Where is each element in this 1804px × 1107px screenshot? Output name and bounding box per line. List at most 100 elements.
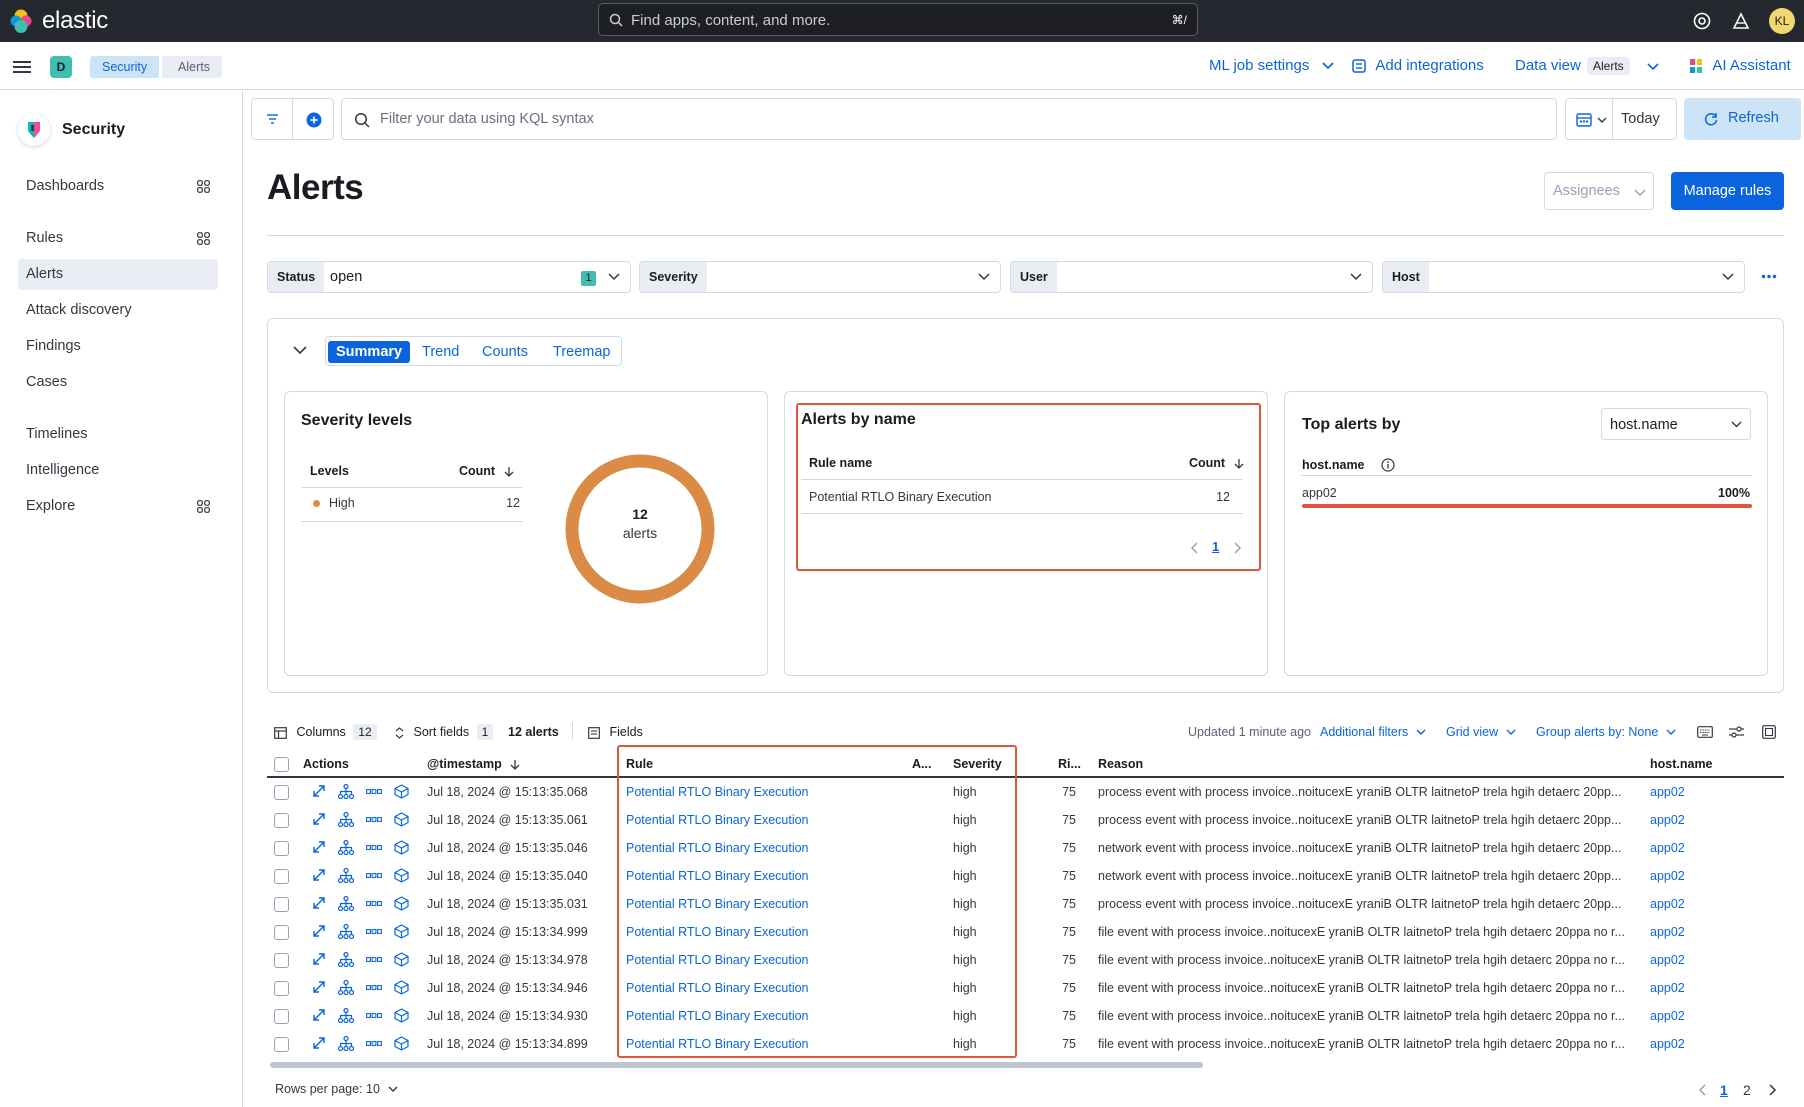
chevron-left-icon[interactable]	[1698, 1084, 1706, 1096]
assignees-filter[interactable]: Assignees	[1544, 172, 1654, 210]
info-icon[interactable]	[1381, 458, 1395, 472]
table-row[interactable]: Jul 18, 2024 @ 15:13:35.031 Potential RTL…	[267, 890, 1784, 918]
count-column-header[interactable]: Count	[459, 464, 514, 478]
display-settings-icon[interactable]	[1729, 726, 1744, 738]
filter-menu-button[interactable]	[251, 98, 293, 140]
elastic-logo-icon[interactable]	[8, 8, 34, 34]
table-row[interactable]: Jul 18, 2024 @ 15:13:34.930 Potential RTL…	[267, 1002, 1784, 1030]
kql-search-input[interactable]: Filter your data using KQL syntax	[341, 98, 1557, 140]
analyze-event-icon[interactable]	[338, 924, 354, 939]
investigate-in-timeline-icon[interactable]	[394, 980, 409, 995]
reason-column-header[interactable]: Reason	[1098, 757, 1143, 771]
analyze-event-icon[interactable]	[338, 784, 354, 799]
host-name-cell[interactable]: app02	[1650, 785, 1685, 799]
investigate-in-timeline-icon[interactable]	[394, 1008, 409, 1023]
host-name-cell[interactable]: app02	[1650, 1009, 1685, 1023]
horizontal-scrollbar[interactable]	[270, 1062, 1203, 1068]
table-row[interactable]: Jul 18, 2024 @ 15:13:34.899 Potential RTL…	[267, 1030, 1784, 1058]
more-actions-icon[interactable]	[366, 924, 382, 935]
grid-view-button[interactable]: Grid view	[1446, 725, 1516, 739]
top-alerts-group-select[interactable]: host.name	[1601, 408, 1751, 440]
ai-assistant-button[interactable]: AI Assistant	[1689, 57, 1791, 74]
menu-icon[interactable]	[13, 59, 31, 75]
sidebar-item-rules[interactable]: Rules	[18, 223, 218, 254]
refresh-button[interactable]: Refresh	[1684, 98, 1801, 140]
sidebar-item-attack-discovery[interactable]: Attack discovery	[18, 295, 218, 326]
tab-trend[interactable]: Trend	[414, 341, 467, 363]
analyze-event-icon[interactable]	[338, 840, 354, 855]
status-filter[interactable]: Status open 1	[267, 261, 631, 293]
tab-counts[interactable]: Counts	[474, 341, 536, 363]
sidebar-item-intelligence[interactable]: Intelligence	[18, 455, 218, 486]
expand-alert-icon[interactable]	[312, 784, 326, 798]
host-name-cell[interactable]: app02	[1650, 1037, 1685, 1051]
expand-alert-icon[interactable]	[312, 812, 326, 826]
investigate-in-timeline-icon[interactable]	[394, 896, 409, 911]
host-name-cell[interactable]: app02	[1650, 869, 1685, 883]
sidebar-item-explore[interactable]: Explore	[18, 491, 218, 522]
host-name-cell[interactable]: app02	[1650, 981, 1685, 995]
expand-alert-icon[interactable]	[312, 1008, 326, 1022]
risk-score-column-header[interactable]: Ri...	[1058, 757, 1081, 771]
more-actions-icon[interactable]	[366, 952, 382, 963]
expand-alert-icon[interactable]	[312, 840, 326, 854]
apps-grid-icon[interactable]	[197, 180, 210, 193]
host-name-cell[interactable]: app02	[1650, 813, 1685, 827]
ml-job-settings-button[interactable]: ML job settings	[1209, 57, 1334, 74]
date-picker[interactable]: Today	[1565, 98, 1677, 140]
data-view-picker[interactable]: Data view	[1515, 57, 1581, 74]
investigate-in-timeline-icon[interactable]	[394, 1036, 409, 1051]
more-actions-icon[interactable]	[366, 896, 382, 907]
levels-column-header[interactable]: Levels	[310, 464, 349, 478]
analyze-event-icon[interactable]	[338, 812, 354, 827]
keyboard-icon[interactable]	[1697, 726, 1713, 738]
expand-alert-icon[interactable]	[312, 980, 326, 994]
row-checkbox[interactable]	[274, 1009, 289, 1024]
expand-alert-icon[interactable]	[312, 1036, 326, 1050]
date-range-label[interactable]: Today	[1621, 111, 1660, 127]
manage-rules-button[interactable]: Manage rules	[1671, 172, 1784, 210]
sidebar-item-dashboards[interactable]: Dashboards	[18, 171, 218, 202]
investigate-in-timeline-icon[interactable]	[394, 784, 409, 799]
more-actions-icon[interactable]	[366, 1008, 382, 1019]
more-actions-icon[interactable]	[366, 812, 382, 823]
table-row[interactable]: Jul 18, 2024 @ 15:13:35.061 Potential RTL…	[267, 806, 1784, 834]
investigate-in-timeline-icon[interactable]	[394, 812, 409, 827]
row-checkbox[interactable]	[274, 841, 289, 856]
table-row[interactable]: Jul 18, 2024 @ 15:13:35.068 Potential RTL…	[267, 778, 1784, 806]
more-options-icon[interactable]	[1761, 274, 1777, 279]
row-checkbox[interactable]	[274, 925, 289, 940]
table-row[interactable]: Jul 18, 2024 @ 15:13:35.040 Potential RTL…	[267, 862, 1784, 890]
severity-filter[interactable]: Severity	[639, 261, 1001, 293]
user-avatar[interactable]: KL	[1769, 8, 1795, 34]
more-actions-icon[interactable]	[366, 980, 382, 991]
brand-name[interactable]: elastic	[42, 7, 108, 35]
newsfeed-icon[interactable]	[1729, 9, 1753, 33]
collapse-chevron-icon[interactable]	[293, 346, 307, 355]
row-checkbox[interactable]	[274, 813, 289, 828]
table-row[interactable]: Jul 18, 2024 @ 15:13:35.046 Potential RTL…	[267, 834, 1784, 862]
analyze-event-icon[interactable]	[338, 952, 354, 967]
timestamp-column-header[interactable]: @timestamp	[427, 757, 520, 771]
add-integrations-button[interactable]: Add integrations	[1352, 57, 1484, 74]
breadcrumb-security[interactable]: Security	[90, 56, 160, 78]
host-name-cell[interactable]: app02	[1650, 953, 1685, 967]
rows-per-page-button[interactable]: Rows per page: 10	[275, 1082, 398, 1096]
pagination-page-2[interactable]: 2	[1743, 1082, 1751, 1098]
more-actions-icon[interactable]	[366, 868, 382, 879]
expand-alert-icon[interactable]	[312, 952, 326, 966]
sidebar-item-alerts[interactable]: Alerts	[18, 259, 218, 290]
analyze-event-icon[interactable]	[338, 868, 354, 883]
user-filter[interactable]: User	[1010, 261, 1373, 293]
table-row[interactable]: Jul 18, 2024 @ 15:13:34.946 Potential RTL…	[267, 974, 1784, 1002]
investigate-in-timeline-icon[interactable]	[394, 840, 409, 855]
table-row[interactable]: Jul 18, 2024 @ 15:13:34.999 Potential RTL…	[267, 918, 1784, 946]
more-actions-icon[interactable]	[366, 784, 382, 795]
analyze-event-icon[interactable]	[338, 1036, 354, 1051]
select-all-checkbox[interactable]	[274, 757, 289, 772]
more-actions-icon[interactable]	[366, 840, 382, 851]
calendar-icon[interactable]	[1576, 112, 1592, 127]
host-name-cell[interactable]: app02	[1650, 897, 1685, 911]
table-row[interactable]: Jul 18, 2024 @ 15:13:34.978 Potential RTL…	[267, 946, 1784, 974]
investigate-in-timeline-icon[interactable]	[394, 952, 409, 967]
